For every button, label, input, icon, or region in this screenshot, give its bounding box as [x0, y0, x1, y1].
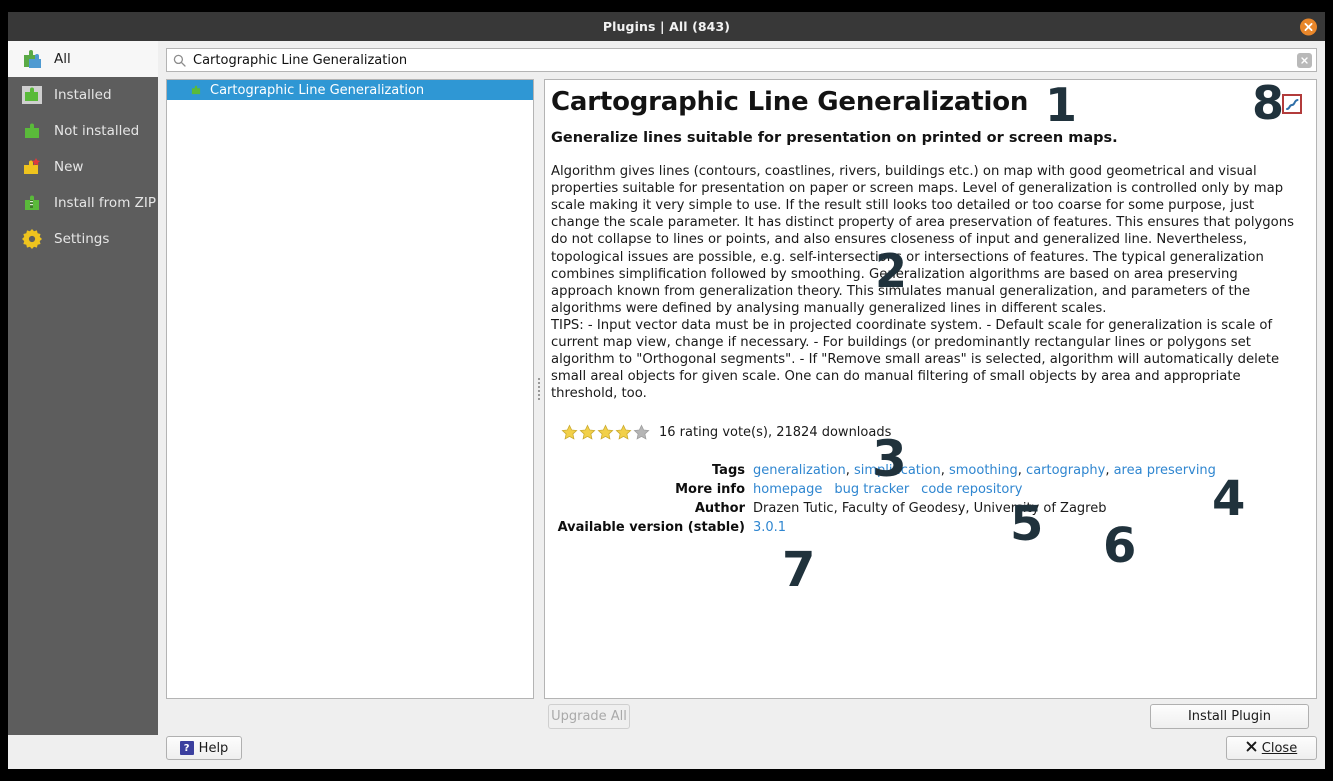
search-row: Cartographic Line Generalization [166, 47, 1317, 73]
sidebar-item-label: New [54, 159, 83, 175]
code-repository-link[interactable]: code repository [921, 482, 1022, 497]
right-panel: Cartographic Line Generalization [158, 41, 1325, 735]
sidebar-item-installed[interactable]: Installed [8, 77, 158, 113]
plugin-tips: TIPS: - Input vector data must be in pro… [551, 317, 1302, 402]
homepage-link[interactable]: homepage [753, 482, 822, 497]
metadata-table: Tags generalization, simplification, smo… [551, 463, 1302, 535]
author-value: Drazen Tutic, Faculty of Geodesy, Univer… [753, 501, 1302, 516]
plugin-squiggle-icon[interactable] [1282, 94, 1302, 114]
splitter-handle [538, 378, 540, 400]
puzzle-new-star-icon [20, 155, 44, 179]
puzzle-green-icon [20, 119, 44, 143]
tags-label: Tags [551, 463, 745, 478]
tag-link[interactable]: simplification [854, 463, 941, 478]
page-title: Cartographic Line Generalization [551, 88, 1028, 116]
sidebar-item-settings[interactable]: Settings [8, 221, 158, 257]
tag-link[interactable]: area preserving [1114, 463, 1216, 478]
footer-top: Upgrade All Install Plugin [166, 699, 1317, 735]
star-filled-icon [561, 424, 578, 441]
titlebar: Plugins | All (843) [8, 12, 1325, 41]
clear-icon[interactable] [1297, 53, 1312, 68]
puzzle-zip-icon [20, 191, 44, 215]
plugin-description: Algorithm gives lines (contours, coastli… [551, 163, 1302, 317]
rating-text: 16 rating vote(s), 21824 downloads [659, 425, 891, 440]
sidebar-item-label: Installed [54, 87, 112, 103]
plugin-list: Cartographic Line Generalization [166, 79, 534, 699]
sidebar-item-label: Install from ZIP [54, 195, 156, 211]
search-icon [171, 54, 187, 67]
rating-row: 16 rating vote(s), 21824 downloads [551, 424, 1302, 441]
sidebar-item-label: All [54, 51, 71, 67]
more-info-value: homepage bug tracker code repository [753, 482, 1302, 497]
gear-icon [20, 227, 44, 251]
pane-splitter[interactable] [534, 79, 544, 699]
window-body: All Installed Not installed [8, 41, 1325, 735]
x-icon [1246, 741, 1257, 756]
search-input-value: Cartographic Line Generalization [187, 53, 1297, 68]
window-title: Plugins | All (843) [603, 19, 730, 34]
list-item-label: Cartographic Line Generalization [210, 83, 424, 98]
sidebar-item-all[interactable]: All [8, 41, 158, 77]
footer: Upgrade All Install Plugin [166, 699, 1317, 735]
tag-link[interactable]: cartography [1026, 463, 1105, 478]
close-button[interactable]: Close [1226, 736, 1317, 760]
sidebar-item-not-installed[interactable]: Not installed [8, 113, 158, 149]
search-input[interactable]: Cartographic Line Generalization [166, 48, 1317, 72]
version-value[interactable]: 3.0.1 [753, 520, 786, 535]
footer-bottom: ? Help Close [8, 735, 1325, 769]
help-button-label: Help [199, 741, 229, 756]
star-empty-icon [633, 424, 650, 441]
help-button[interactable]: ? Help [166, 736, 242, 760]
star-filled-icon [597, 424, 614, 441]
bug-tracker-link[interactable]: bug tracker [834, 482, 909, 497]
list-item[interactable]: Cartographic Line Generalization [167, 80, 533, 100]
puzzle-multi-icon [20, 47, 44, 71]
panes: Cartographic Line Generalization Cartogr… [166, 79, 1317, 699]
sidebar-item-install-from-zip[interactable]: Install from ZIP [8, 185, 158, 221]
plugin-detail: Cartographic Line Generalization General… [544, 79, 1317, 699]
star-filled-icon [579, 424, 596, 441]
window-close-button[interactable] [1300, 18, 1317, 35]
plugin-subtitle: Generalize lines suitable for presentati… [551, 130, 1302, 146]
sidebar-item-new[interactable]: New [8, 149, 158, 185]
puzzle-green-icon [189, 83, 203, 97]
upgrade-all-button[interactable]: Upgrade All [548, 704, 630, 729]
sidebar-item-label: Not installed [54, 123, 139, 139]
author-label: Author [551, 501, 745, 516]
star-filled-icon [615, 424, 632, 441]
sidebar-item-label: Settings [54, 231, 109, 247]
close-button-label: Close [1262, 741, 1297, 756]
detail-header: Cartographic Line Generalization [551, 88, 1302, 116]
sidebar: All Installed Not installed [8, 41, 158, 735]
question-mark-icon: ? [180, 741, 194, 755]
tag-link[interactable]: generalization [753, 463, 846, 478]
rating-stars[interactable] [561, 424, 650, 441]
close-icon [1304, 22, 1313, 31]
tag-link[interactable]: smoothing [949, 463, 1018, 478]
version-label: Available version (stable) [551, 520, 745, 535]
puzzle-installed-icon [20, 83, 44, 107]
plugin-manager-window: Plugins | All (843) All [8, 12, 1325, 769]
more-info-label: More info [551, 482, 745, 497]
install-plugin-button[interactable]: Install Plugin [1150, 704, 1309, 729]
tags-value: generalization, simplification, smoothin… [753, 463, 1302, 478]
